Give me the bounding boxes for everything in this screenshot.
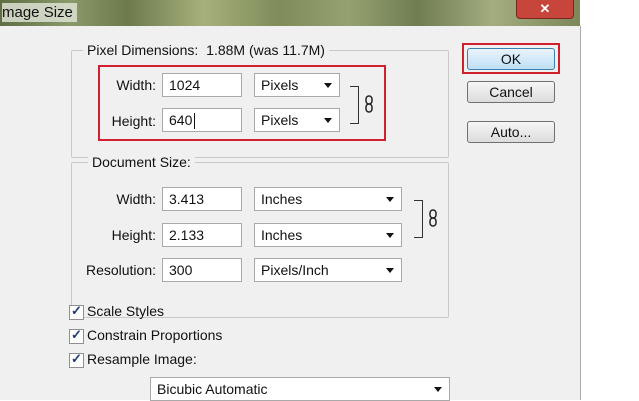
resample-method-select[interactable]: Bicubic Automatic [150,377,450,401]
scale-styles-checkbox[interactable]: ✓ [69,303,84,320]
resample-image-label: Resample Image: [87,351,197,367]
resample-image-checkbox[interactable]: ✓ [69,351,84,368]
chain-link-icon[interactable] [364,95,374,113]
doc-width-label: Width: [116,191,156,207]
checkmark-icon: ✓ [71,351,82,366]
doc-width-unit-select[interactable]: Inches [254,187,402,211]
scale-styles-label: Scale Styles [87,303,165,319]
doc-height-unit-value: Inches [261,227,303,243]
text-cursor [194,113,195,129]
document-size-legend: Document Size: [88,154,195,170]
chevron-down-icon [386,197,394,202]
pixel-dimensions-label: Pixel Dimensions: [87,42,199,58]
resolution-input[interactable]: 300 [162,258,242,282]
pixel-width-input[interactable]: 1024 [162,73,242,97]
pixel-height-unit-select[interactable]: Pixels [254,108,340,132]
resample-method-value: Bicubic Automatic [157,381,268,397]
doc-height-label: Height: [111,227,156,243]
chevron-down-icon [324,83,332,88]
close-button[interactable]: ✕ [516,0,574,19]
constrain-proportions-checkbox[interactable]: ✓ [69,327,84,344]
checkmark-icon: ✓ [71,303,82,318]
pixel-width-label: Width: [116,77,156,93]
pixel-dimensions-summary: 1.88M (was 11.7M) [206,42,325,58]
resolution-unit-select[interactable]: Pixels/Inch [254,258,402,282]
resolution-unit-value: Pixels/Inch [261,262,329,278]
doc-height-unit-select[interactable]: Inches [254,223,402,247]
pixel-width-unit-value: Pixels [261,77,299,93]
pixel-link-bracket [350,86,359,124]
chevron-down-icon [386,233,394,238]
doc-link-bracket [414,200,423,238]
pixel-height-label: Height: [111,113,156,129]
ok-button[interactable]: OK [467,48,555,70]
resolution-label: Resolution: [85,262,156,278]
pixel-height-value: 640 [169,112,193,128]
auto-button[interactable]: Auto... [467,121,555,143]
pixel-height-unit-value: Pixels [261,112,299,128]
image-size-dialog: Pixel Dimensions: 1.88M (was 11.7M) Widt… [0,26,581,401]
checkmark-icon: ✓ [71,327,82,342]
chain-link-icon [429,209,437,227]
pixel-width-unit-select[interactable]: Pixels [254,73,340,97]
doc-height-input[interactable]: 2.133 [162,223,242,247]
chevron-down-icon [386,268,394,273]
pixel-height-input[interactable]: 640 [162,108,242,132]
chevron-down-icon [434,387,442,392]
chevron-down-icon [324,118,332,123]
doc-width-unit-value: Inches [261,191,303,207]
doc-width-input[interactable]: 3.413 [162,187,242,211]
window-title: mage Size [2,3,77,22]
pixel-dimensions-legend: Pixel Dimensions: 1.88M (was 11.7M) [83,42,329,58]
cancel-button[interactable]: Cancel [467,81,555,103]
constrain-proportions-label: Constrain Proportions [87,327,223,343]
title-bar: mage Size ✕ [0,0,580,26]
